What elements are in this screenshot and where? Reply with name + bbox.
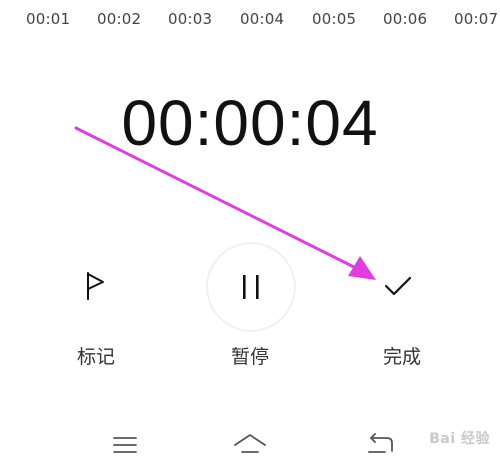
menu-button[interactable] [107,427,143,463]
done-button[interactable] [368,256,428,316]
timeline-tick: 00:02 [97,10,142,28]
home-icon [234,434,266,453]
timeline-tick: 00:07 [454,10,499,28]
timeline-tick: 00:03 [168,10,213,28]
mark-label: 标记 [76,346,115,368]
checkmark-icon [384,276,412,296]
back-icon [368,433,393,453]
flag-icon [87,272,104,300]
timeline-tick: 00:05 [312,10,357,28]
system-navigation-bar [0,415,500,473]
timeline-tick: 00:01 [26,10,71,28]
annotation-arrow [74,126,376,280]
elapsed-time-display: 00:00:04 [121,87,379,159]
timeline-tick: 00:04 [240,10,285,28]
mark-button[interactable] [66,256,126,316]
back-button[interactable] [362,427,398,463]
home-button[interactable] [232,427,268,463]
done-label: 完成 [382,346,421,368]
pause-label: 暂停 [230,346,269,368]
timeline-tick: 00:06 [383,10,428,28]
pause-button[interactable] [207,243,295,331]
watermark: Bai 经验 [429,431,490,447]
menu-icon [113,437,137,453]
timeline-ruler: 00:01 00:02 00:03 00:04 00:05 00:06 00:0… [0,0,500,44]
pause-icon [243,275,259,299]
